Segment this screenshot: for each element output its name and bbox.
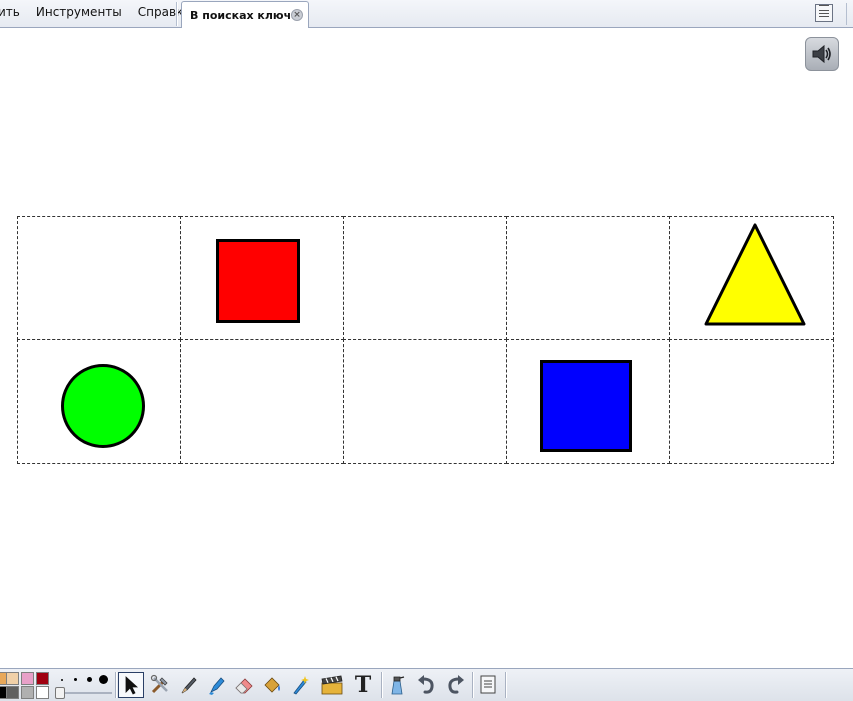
pen-button[interactable]	[175, 672, 201, 698]
blue-square[interactable]	[540, 360, 632, 452]
toolbar-divider	[505, 672, 506, 698]
color-swatch[interactable]	[36, 672, 49, 685]
magic-pen-icon	[293, 676, 309, 695]
media-button[interactable]	[319, 672, 345, 698]
pen-icon	[181, 677, 197, 694]
menu-item-tools[interactable]: Инструменты	[28, 1, 130, 23]
toolbar-divider	[472, 672, 473, 698]
color-swatch[interactable]	[6, 686, 19, 699]
yellow-triangle[interactable]	[704, 223, 806, 327]
menu-divider	[176, 2, 178, 26]
sound-button[interactable]	[805, 37, 839, 71]
grid-cell	[343, 216, 507, 340]
grid-cell	[17, 216, 181, 340]
tools-icon	[150, 674, 168, 694]
transparency-slider-track[interactable]	[58, 692, 112, 694]
color-swatch[interactable]	[6, 672, 19, 685]
toolbar-divider	[115, 672, 116, 698]
toolbar-divider	[846, 3, 847, 25]
highlighter-icon	[209, 677, 225, 695]
menu-item-partial[interactable]: ить	[0, 1, 28, 23]
tools-button[interactable]	[147, 672, 173, 698]
fill-bucket-icon	[264, 677, 280, 693]
pen-size-large[interactable]	[99, 675, 108, 684]
page-list-button[interactable]	[475, 672, 501, 698]
eraser-icon	[235, 678, 253, 694]
color-swatch[interactable]	[21, 672, 34, 685]
text-tool-button[interactable]: T	[350, 672, 376, 698]
pen-size-smallest[interactable]	[61, 679, 63, 681]
redo-button[interactable]	[443, 672, 469, 698]
undo-button[interactable]	[413, 672, 439, 698]
grid-cell	[343, 339, 507, 464]
undo-icon	[418, 675, 434, 694]
clear-button[interactable]	[384, 672, 410, 698]
text-icon: T	[354, 672, 372, 698]
select-tool-button[interactable]	[118, 672, 144, 698]
top-menu-bar: ить Инструменты Справка В поисках ключа …	[0, 0, 853, 28]
eraser-button[interactable]	[231, 672, 257, 698]
spray-cleaner-icon	[391, 676, 405, 695]
pen-size-medium[interactable]	[87, 677, 92, 682]
tab-activity[interactable]: В поисках ключа ×	[181, 1, 309, 28]
page-list-icon	[480, 675, 496, 694]
redo-icon	[448, 675, 464, 694]
shape-grid	[17, 216, 834, 464]
grid-cell	[506, 216, 670, 340]
color-swatch[interactable]	[21, 686, 34, 699]
toolbar-divider	[381, 672, 382, 698]
green-circle[interactable]	[60, 363, 146, 449]
close-icon[interactable]: ×	[291, 9, 303, 21]
grid-cell	[669, 339, 834, 464]
magic-pen-button[interactable]	[287, 672, 313, 698]
color-swatch[interactable]	[36, 686, 49, 699]
highlighter-button[interactable]	[203, 672, 229, 698]
tab-title: В поисках ключа	[190, 8, 299, 22]
speaker-icon	[812, 44, 831, 64]
red-square[interactable]	[216, 239, 300, 323]
page-sorter-icon[interactable]	[815, 4, 833, 22]
transparency-slider-handle[interactable]	[55, 687, 65, 699]
fill-button[interactable]	[259, 672, 285, 698]
clapboard-icon	[321, 675, 343, 695]
grid-cell	[180, 339, 344, 464]
pen-size-small[interactable]	[74, 678, 77, 681]
menu-bar: ить Инструменты Справка	[0, 0, 199, 24]
select-arrow-icon	[125, 676, 139, 695]
